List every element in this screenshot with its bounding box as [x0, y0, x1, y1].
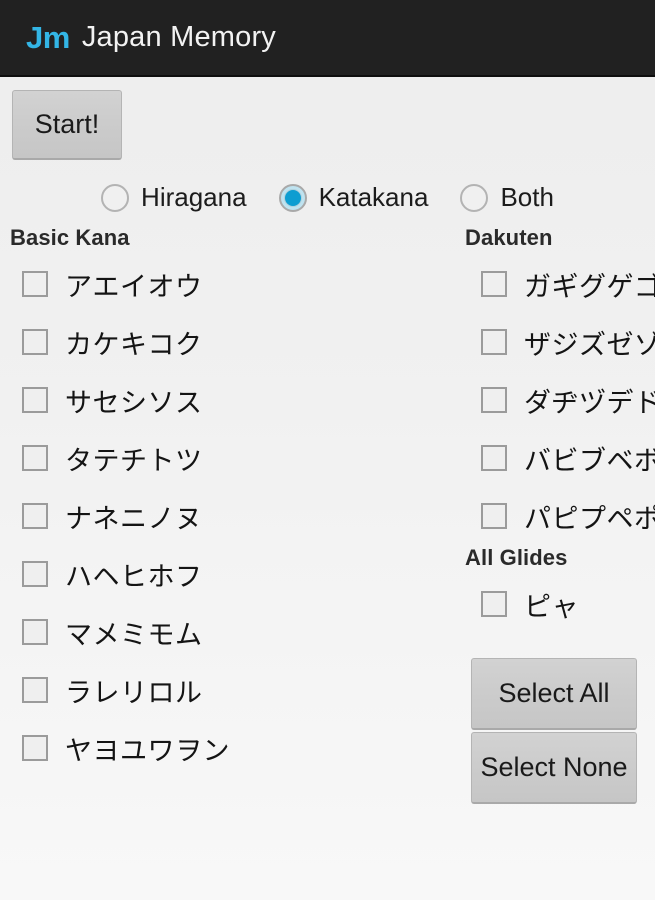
radio-label-katakana: Katakana	[318, 182, 429, 212]
checkbox-pa-line[interactable]	[481, 503, 507, 529]
checkbox-sa-line[interactable]	[22, 387, 48, 413]
select-none-button[interactable]: Select None	[471, 732, 637, 804]
checkbox-row-ma-line[interactable]: マメミモム	[10, 603, 440, 661]
radio-label-both: Both	[500, 182, 554, 212]
checkbox-row-na-line[interactable]: ナネニノヌ	[10, 487, 440, 545]
checkbox-da-line[interactable]	[481, 387, 507, 413]
app-logo: Jm	[26, 19, 70, 55]
checkbox-label-pa-line: パピプペポ	[524, 503, 655, 534]
radio-option-both[interactable]: Both	[452, 182, 562, 213]
section-heading-all-glides: All Glides	[465, 545, 568, 570]
radio-option-hiragana[interactable]: Hiragana	[93, 182, 255, 213]
basic-kana-column: Basic Kana アエイオウ カケキコク サセシソス タテチトツ ナネニノヌ…	[10, 225, 440, 777]
section-heading-dakuten: Dakuten	[465, 225, 553, 250]
checkbox-ha-line[interactable]	[22, 561, 48, 587]
checkbox-na-line[interactable]	[22, 503, 48, 529]
radio-circle-hiragana[interactable]	[101, 183, 130, 212]
checkbox-label-za-line: ザジズゼゾ	[524, 329, 655, 360]
checkbox-label-ra-line: ラレリロル	[65, 677, 203, 708]
checkbox-ta-line[interactable]	[22, 445, 48, 471]
checkbox-row-pa-line[interactable]: パピプペポ	[465, 487, 655, 545]
checkbox-row-ba-line[interactable]: バビブベボ	[465, 429, 655, 487]
select-all-button[interactable]: Select All	[471, 658, 637, 730]
checkbox-row-ta-line[interactable]: タテチトツ	[10, 429, 440, 487]
checkbox-label-ta-line: タテチトツ	[65, 445, 203, 476]
checkbox-row-ka-line[interactable]: カケキコク	[10, 313, 440, 371]
checkbox-row-sa-line[interactable]: サセシソス	[10, 371, 440, 429]
checkbox-pya-glide[interactable]	[481, 591, 507, 617]
checkbox-row-ra-line[interactable]: ラレリロル	[10, 661, 440, 719]
checkbox-label-sa-line: サセシソス	[65, 387, 203, 418]
selection-action-buttons: Select All Select None	[471, 658, 637, 804]
checkbox-label-ya-line: ヤヨユワヲン	[65, 735, 230, 766]
radio-circle-both[interactable]	[460, 183, 489, 212]
checkbox-ma-line[interactable]	[22, 619, 48, 645]
checkbox-label-a-line: アエイオウ	[65, 271, 203, 302]
radio-option-katakana[interactable]: Katakana	[271, 182, 437, 213]
checkbox-label-ka-line: カケキコク	[65, 329, 203, 360]
checkbox-ya-line[interactable]	[22, 735, 48, 761]
radio-circle-katakana[interactable]	[278, 183, 307, 212]
checkbox-a-line[interactable]	[22, 271, 48, 297]
dakuten-glides-column: Dakuten ガギグゲゴ ザジズゼゾ ダヂヅデド バビブベボ パピプペポ Al…	[465, 225, 655, 633]
checkbox-label-da-line: ダヂヅデド	[524, 387, 655, 418]
checkbox-row-da-line[interactable]: ダヂヅデド	[465, 371, 655, 429]
checkbox-row-za-line[interactable]: ザジズゼゾ	[465, 313, 655, 371]
checkbox-label-ga-line: ガギグゲゴ	[524, 271, 655, 302]
checkbox-ga-line[interactable]	[481, 271, 507, 297]
app-title: Japan Memory	[81, 21, 277, 53]
start-button[interactable]: Start!	[12, 90, 122, 160]
checkbox-label-ba-line: バビブベボ	[524, 445, 655, 476]
checkbox-row-ha-line[interactable]: ハヘヒホフ	[10, 545, 440, 603]
checkbox-row-a-line[interactable]: アエイオウ	[10, 255, 440, 313]
checkbox-label-ha-line: ハヘヒホフ	[65, 561, 203, 592]
start-button-container: Start!	[0, 77, 655, 160]
checkbox-row-ya-line[interactable]: ヤヨユワヲン	[10, 719, 440, 777]
checkbox-ra-line[interactable]	[22, 677, 48, 703]
checkbox-ka-line[interactable]	[22, 329, 48, 355]
radio-label-hiragana: Hiragana	[141, 182, 247, 212]
checkbox-row-pya-glide[interactable]: ピャ	[465, 575, 655, 633]
section-heading-basic-kana: Basic Kana	[10, 225, 130, 250]
checkbox-label-na-line: ナネニノヌ	[65, 503, 203, 534]
script-radio-group: Hiragana Katakana Both	[0, 182, 655, 213]
checkbox-row-ga-line[interactable]: ガギグゲゴ	[465, 255, 655, 313]
checkbox-label-ma-line: マメミモム	[65, 619, 203, 650]
checkbox-za-line[interactable]	[481, 329, 507, 355]
app-action-bar: Jm Japan Memory	[0, 0, 655, 77]
checkbox-ba-line[interactable]	[481, 445, 507, 471]
checkbox-label-pya-glide: ピャ	[524, 591, 579, 622]
